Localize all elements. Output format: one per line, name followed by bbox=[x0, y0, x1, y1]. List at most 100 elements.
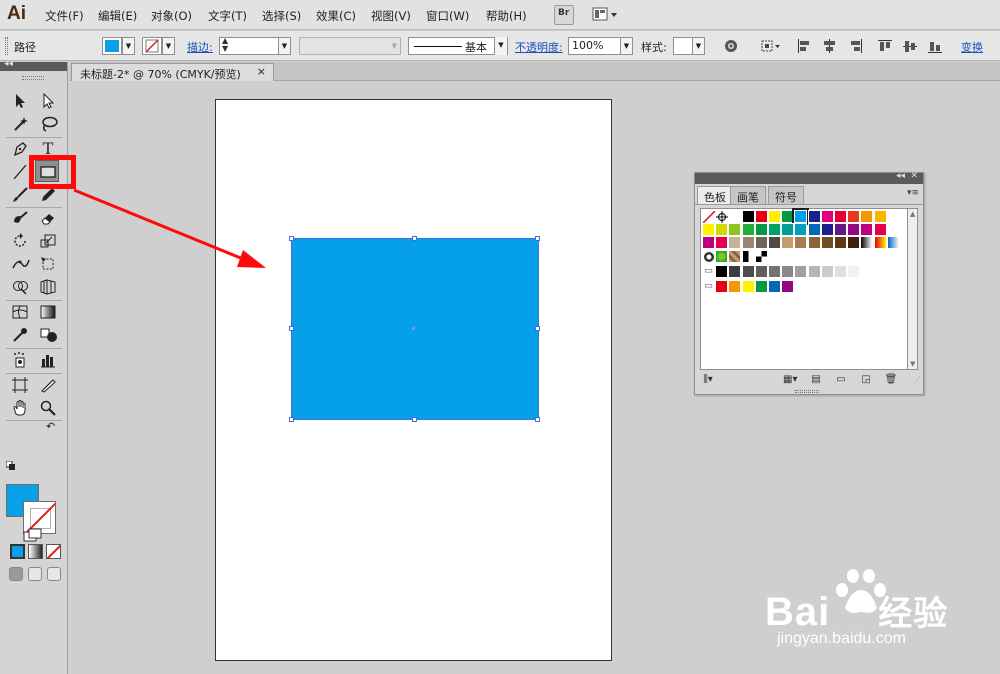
lasso-tool[interactable] bbox=[36, 113, 60, 135]
default-fill-stroke-icon[interactable] bbox=[5, 460, 16, 471]
swatch[interactable] bbox=[754, 280, 768, 293]
swatch-registration[interactable] bbox=[715, 210, 729, 223]
stroke-stepper-icon[interactable]: ▲ ▼ bbox=[222, 37, 228, 53]
draw-normal-button[interactable] bbox=[9, 567, 23, 581]
swatch[interactable] bbox=[820, 236, 834, 250]
document-tab[interactable]: 未标题-2* @ 70% (CMYK/预览) × bbox=[71, 63, 274, 81]
panel-menu-icon[interactable]: ▾≡ bbox=[907, 188, 919, 198]
swatch[interactable] bbox=[715, 264, 729, 278]
tools-panel-grip[interactable] bbox=[22, 76, 44, 80]
selected-rectangle[interactable] bbox=[291, 238, 539, 420]
menu-select[interactable]: 选择(S) bbox=[262, 8, 301, 24]
fill-color-control[interactable] bbox=[102, 37, 122, 55]
fill-dropdown-icon[interactable]: ▼ bbox=[122, 37, 135, 55]
swatch[interactable] bbox=[794, 236, 808, 250]
bounding-box-handle[interactable] bbox=[289, 326, 294, 331]
bounding-box-handle[interactable] bbox=[535, 417, 540, 422]
swatch-options-icon[interactable]: ▤ bbox=[809, 373, 823, 386]
swatch[interactable] bbox=[741, 280, 755, 293]
bounding-box-handle[interactable] bbox=[289, 417, 294, 422]
delete-swatch-icon[interactable]: 🗑 bbox=[884, 373, 898, 386]
menu-type[interactable]: 文字(T) bbox=[208, 8, 247, 24]
swatch[interactable] bbox=[781, 264, 795, 278]
color-group-folder-icon[interactable]: ▭ bbox=[702, 280, 715, 293]
bridge-button[interactable]: Br bbox=[554, 5, 574, 25]
swatch[interactable] bbox=[847, 223, 861, 237]
swatch[interactable] bbox=[794, 223, 808, 237]
brush-definition-select[interactable]: 基本 ▼ bbox=[408, 37, 508, 55]
bounding-box-handle[interactable] bbox=[412, 417, 417, 422]
menu-effect[interactable]: 效果(C) bbox=[316, 8, 356, 24]
swatch[interactable] bbox=[820, 264, 834, 278]
gradient-mode-button[interactable] bbox=[28, 544, 43, 559]
swatch[interactable] bbox=[754, 210, 768, 223]
swatch-pattern[interactable] bbox=[728, 249, 742, 263]
swatch[interactable] bbox=[741, 236, 755, 250]
scale-tool[interactable] bbox=[36, 230, 60, 252]
stroke-weight-input[interactable]: ▲ ▼ bbox=[219, 37, 279, 55]
swatch[interactable] bbox=[715, 236, 729, 250]
swatch[interactable] bbox=[715, 280, 729, 293]
close-tab-icon[interactable]: × bbox=[257, 65, 266, 78]
resize-grip-icon[interactable]: ⋰ bbox=[914, 376, 921, 384]
swatch[interactable] bbox=[873, 210, 887, 223]
selection-tool[interactable] bbox=[8, 90, 32, 112]
menu-file[interactable]: 文件(F) bbox=[45, 8, 84, 24]
artboard-tool[interactable] bbox=[8, 374, 32, 396]
width-tool[interactable] bbox=[8, 253, 32, 275]
eyedropper-tool[interactable] bbox=[8, 324, 32, 346]
color-mode-button[interactable] bbox=[10, 544, 25, 559]
align-bottom-icon[interactable] bbox=[927, 37, 943, 55]
swatch[interactable] bbox=[768, 236, 781, 250]
scroll-down-icon[interactable]: ▼ bbox=[910, 360, 915, 368]
swatch[interactable] bbox=[807, 210, 821, 223]
mesh-tool[interactable] bbox=[8, 301, 32, 323]
magic-wand-tool[interactable] bbox=[8, 113, 32, 135]
blob-brush-tool[interactable] bbox=[8, 207, 32, 229]
swatch[interactable] bbox=[768, 264, 781, 278]
swap-fill-stroke-icon[interactable]: ↶ bbox=[46, 420, 55, 433]
swatch-gradient[interactable] bbox=[873, 236, 887, 250]
swatch-gradient[interactable] bbox=[860, 236, 874, 250]
menu-view[interactable]: 视图(V) bbox=[371, 8, 411, 24]
workspace-switcher-button[interactable] bbox=[592, 5, 620, 25]
swatch[interactable] bbox=[741, 210, 755, 223]
collapse-icon[interactable]: ◂◂ bbox=[4, 59, 13, 69]
swatch[interactable] bbox=[834, 223, 847, 237]
swatch[interactable] bbox=[702, 236, 715, 250]
swatch[interactable] bbox=[728, 236, 742, 250]
align-right-icon[interactable] bbox=[848, 37, 864, 55]
shape-builder-tool[interactable] bbox=[8, 276, 32, 298]
none-mode-button[interactable] bbox=[46, 544, 61, 559]
swatch[interactable] bbox=[834, 264, 847, 278]
slice-tool[interactable] bbox=[36, 374, 60, 396]
symbol-sprayer-tool[interactable] bbox=[8, 349, 32, 371]
align-vertical-center-icon[interactable] bbox=[902, 37, 918, 55]
opacity-label[interactable]: 不透明度: bbox=[515, 39, 563, 55]
tools-panel-header[interactable]: ◂◂ bbox=[0, 59, 67, 71]
free-transform-tool[interactable] bbox=[36, 253, 60, 275]
direct-selection-tool[interactable] bbox=[36, 90, 60, 112]
control-bar-grip[interactable] bbox=[5, 37, 8, 55]
swatch-pattern[interactable] bbox=[702, 249, 715, 263]
bounding-box-handle[interactable] bbox=[535, 326, 540, 331]
perspective-grid-tool[interactable] bbox=[36, 276, 60, 298]
transform-link[interactable]: 变换 bbox=[961, 39, 983, 55]
draw-inside-button[interactable] bbox=[47, 567, 61, 581]
swatch[interactable] bbox=[847, 210, 861, 223]
swatch[interactable] bbox=[834, 236, 847, 250]
gradient-tool[interactable] bbox=[36, 301, 60, 323]
align-left-icon[interactable] bbox=[796, 37, 812, 55]
tab-swatches[interactable]: 色板 bbox=[697, 186, 733, 204]
swatch[interactable] bbox=[794, 264, 808, 278]
menu-edit[interactable]: 编辑(E) bbox=[98, 8, 137, 24]
swatch-pattern[interactable] bbox=[715, 249, 729, 263]
swatch[interactable] bbox=[792, 208, 810, 225]
align-to-selection-icon[interactable] bbox=[760, 37, 782, 55]
stroke-dropdown-icon[interactable]: ▼ bbox=[162, 37, 175, 55]
close-panel-icon[interactable]: ✕ bbox=[910, 171, 918, 181]
swatch[interactable] bbox=[820, 223, 834, 237]
opacity-dropdown-icon[interactable]: ▼ bbox=[620, 37, 633, 55]
stroke-color-control[interactable] bbox=[142, 37, 162, 55]
swatch[interactable] bbox=[820, 210, 834, 223]
